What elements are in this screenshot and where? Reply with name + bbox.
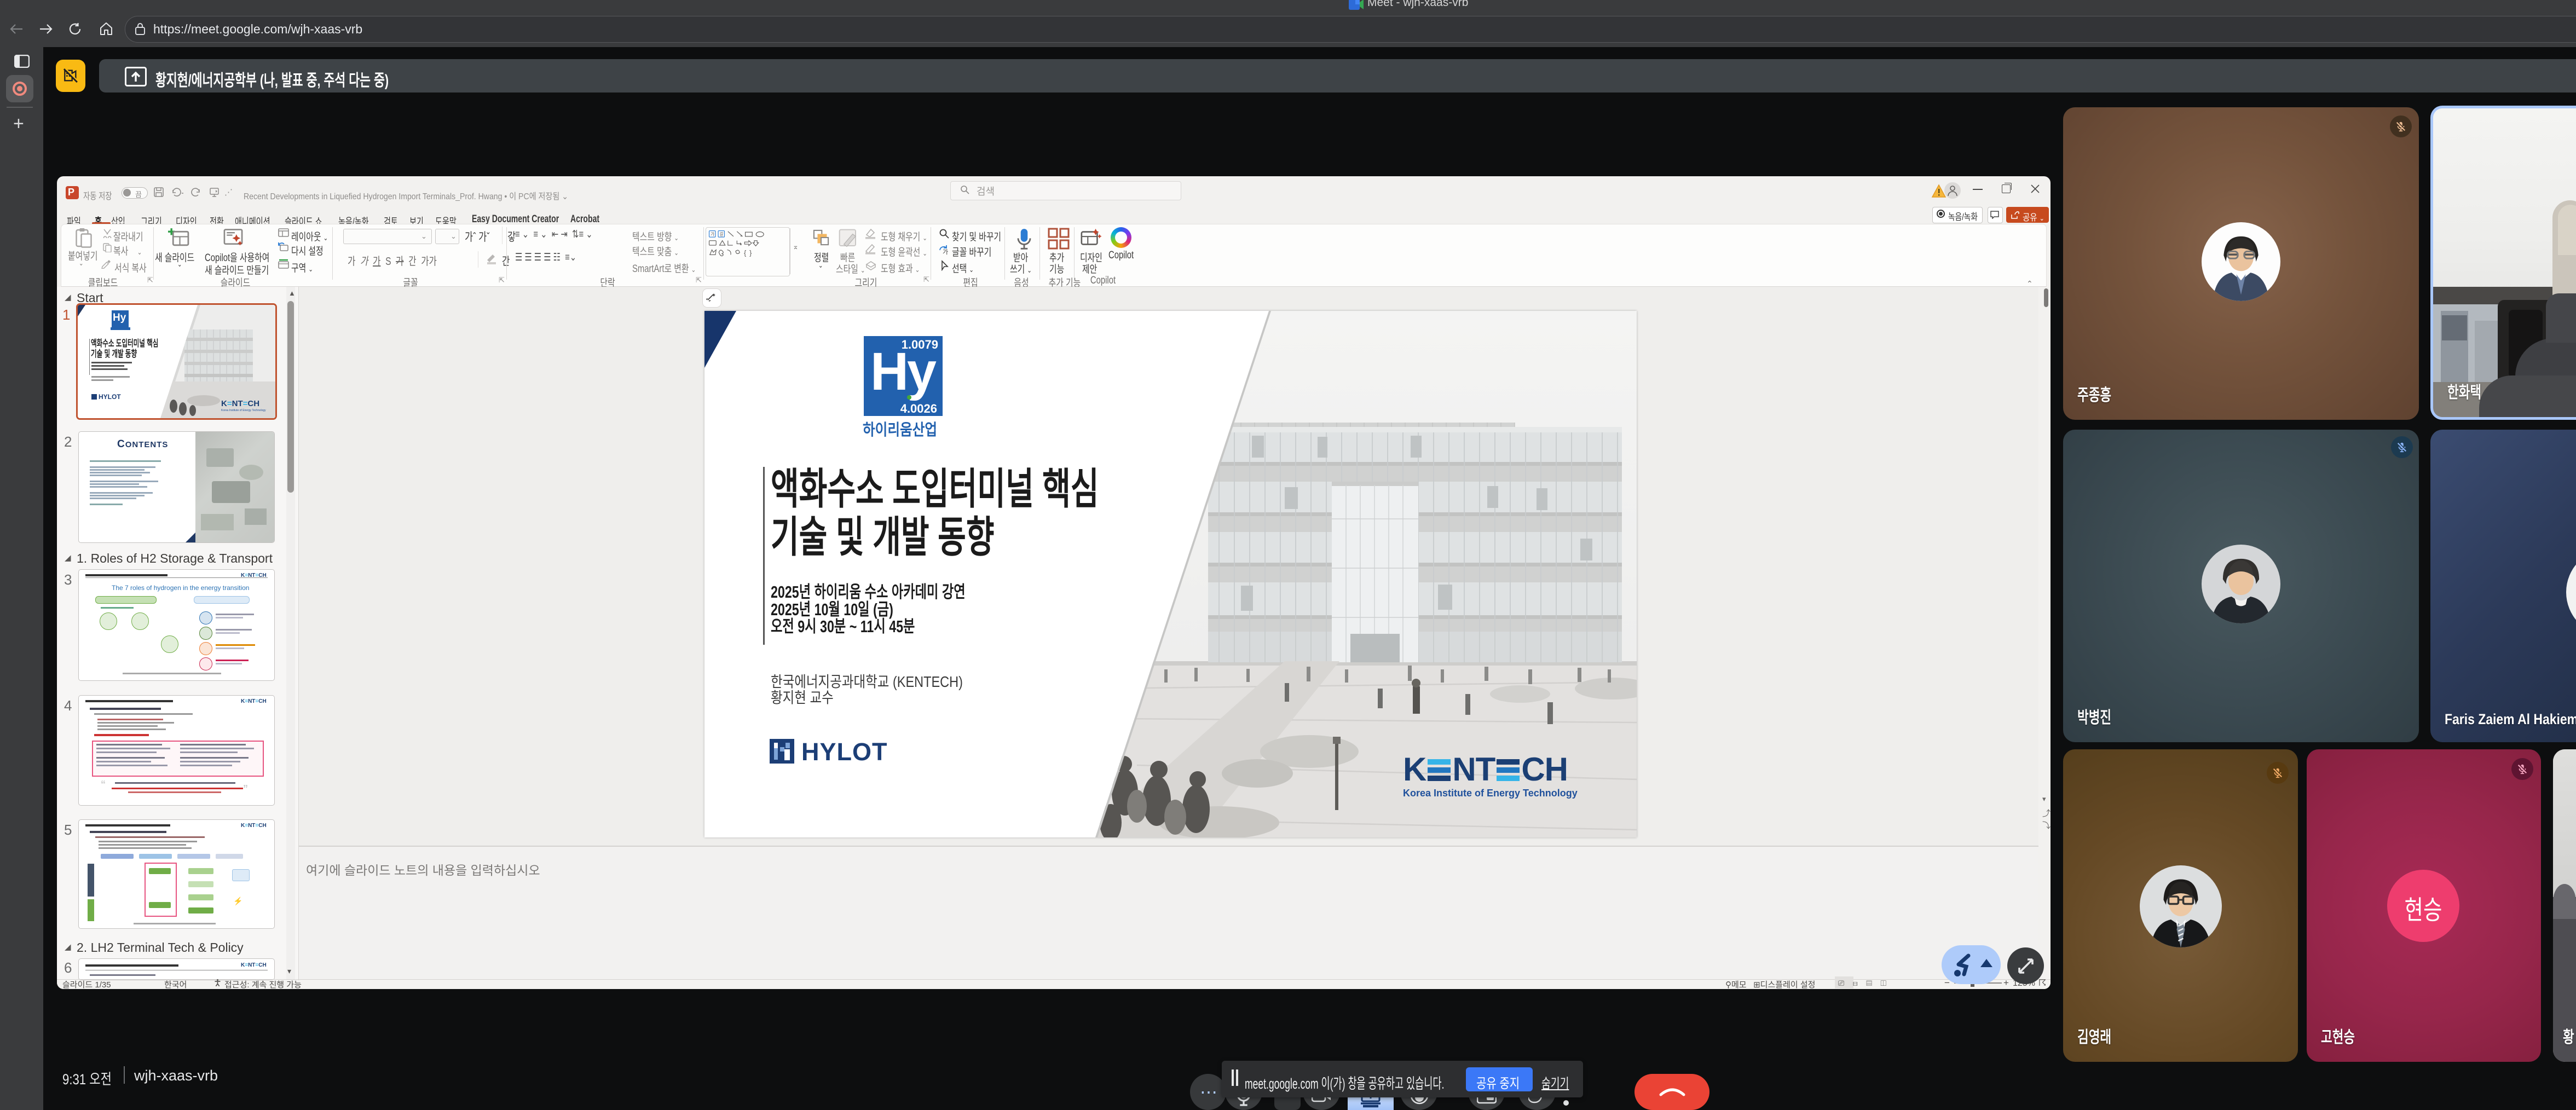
svg-text:가: 가 [711, 232, 714, 237]
svg-text:가: 가 [943, 248, 948, 256]
svg-text:{: { [744, 249, 747, 257]
svg-text:}: } [749, 249, 752, 257]
svg-text:갈: 갈 [720, 232, 724, 237]
